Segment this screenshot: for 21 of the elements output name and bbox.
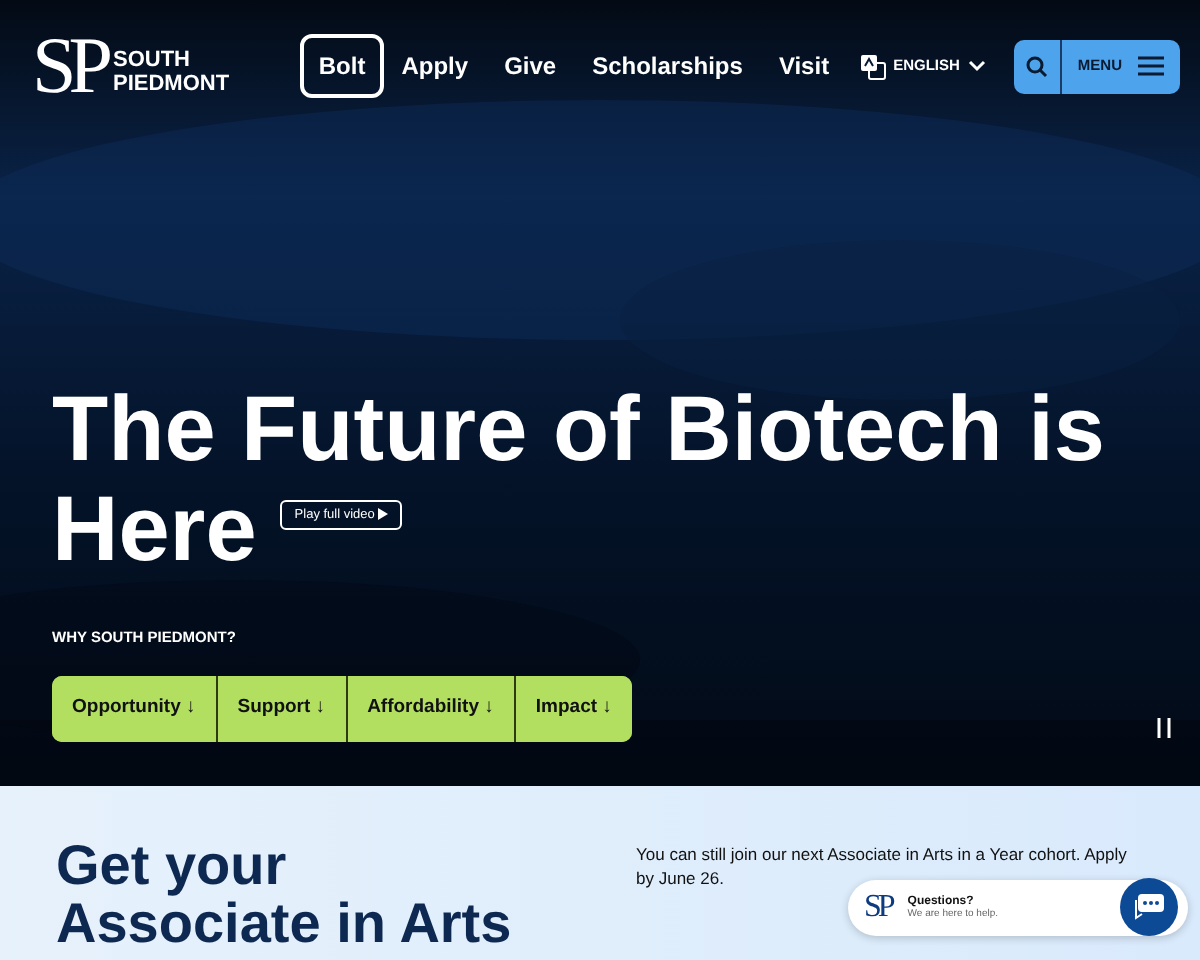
logo-name[interactable]: SOUTH	[113, 50, 230, 74]
nav-link[interactable]: Bolt	[300, 34, 384, 98]
translate-icon	[859, 53, 886, 79]
hero-title: The Future of Biotech is	[52, 380, 1107, 480]
search-icon	[1025, 55, 1048, 78]
logo-monogram[interactable]: SP	[32, 26, 105, 106]
play-icon	[378, 508, 389, 521]
pause-icon	[1156, 718, 1172, 739]
nav-link[interactable]: Give	[486, 34, 575, 98]
logo-name[interactable]: PIEDMONT	[113, 74, 230, 98]
nav-link[interactable]: Visit	[760, 34, 848, 98]
promo-heading: Associate in Arts	[56, 894, 514, 954]
chat-logo: SP	[864, 888, 892, 928]
chevron-down-icon	[967, 60, 986, 72]
chat-icon	[1134, 893, 1164, 920]
promo-heading: Get your	[56, 836, 289, 895]
nav-link[interactable]: Apply	[383, 34, 487, 98]
hero-title: Here	[52, 475, 257, 580]
section-link[interactable]: Opportunity ↓	[52, 676, 218, 742]
nav-link[interactable]: Scholarships	[574, 34, 761, 98]
menu-icon	[1138, 56, 1164, 76]
